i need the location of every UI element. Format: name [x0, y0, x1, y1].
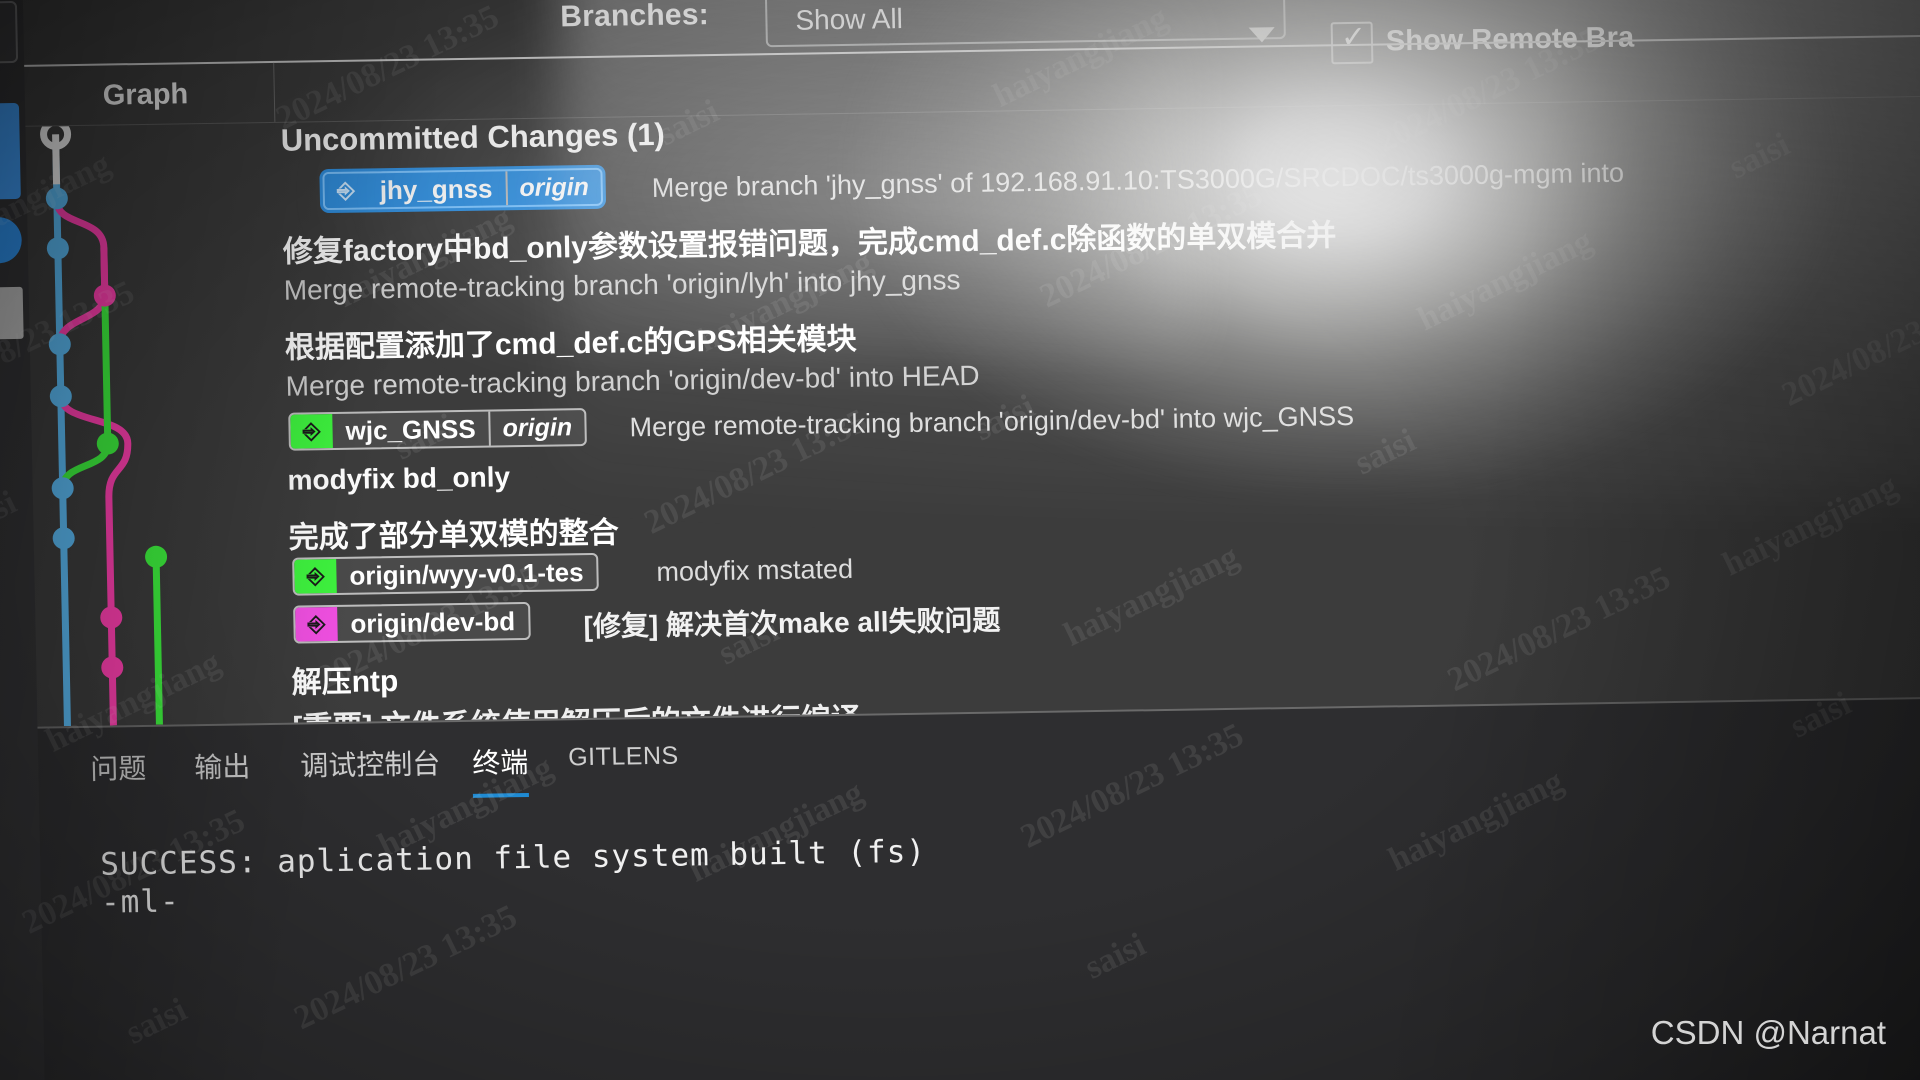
branch-badge-origin-wyy[interactable]: ⎆ origin/wyy-v0.1-tes: [292, 552, 599, 596]
branch-icon: ⎆: [290, 414, 333, 449]
commit-message: modyfix bd_only: [287, 461, 511, 496]
tab-terminal[interactable]: 终端: [472, 741, 529, 782]
activity-bar-round-icon[interactable]: [0, 216, 23, 264]
tab-output[interactable]: 输出: [194, 745, 251, 786]
commit-message: [修复] 解决首次make all失败问题: [583, 604, 1001, 643]
commit-message: 根据配置添加了cmd_def.c的GPS相关模块: [284, 322, 857, 365]
photograph-of-monitor: Branches: Show All ✓ Show Remote Bra Gra…: [0, 0, 1920, 1080]
terminal-output[interactable]: SUCCESS: aplication file system built (f…: [100, 816, 1920, 1080]
branch-badge-name: origin/wyy-v0.1-tes: [349, 557, 584, 591]
branch-badge-wjc-gnss[interactable]: ⎆ wjc_GNSS origin: [288, 408, 587, 451]
branch-badge-remote: origin: [505, 169, 602, 206]
tab-gitlens[interactable]: GITLENS: [568, 742, 679, 773]
activity-bar-top-icon[interactable]: [0, 0, 19, 64]
branch-badge-remote: origin: [488, 410, 585, 446]
commit-message: Merge branch 'jhy_gnss' of 192.168.91.10…: [651, 157, 1625, 203]
bottom-panel: 问题 输出 调试控制台 终端 GITLENS SUCCESS: aplicati…: [37, 696, 1920, 1080]
commit-message: 完成了部分单双模的整合: [288, 516, 620, 555]
activity-bar-bottom-icon[interactable]: [0, 286, 24, 340]
branch-badge-jhy-gnss[interactable]: ⎆ jhy_gnss origin: [322, 167, 604, 211]
uncommitted-changes-label: Uncommitted Changes (1): [280, 116, 666, 158]
column-header-graph: Graph: [102, 78, 189, 112]
branch-badge-name: origin/dev-bd: [350, 606, 516, 639]
vscode-window: Branches: Show All ✓ Show Remote Bra Gra…: [0, 0, 1920, 1080]
tab-debug-console[interactable]: 调试控制台: [300, 742, 441, 784]
tab-problems[interactable]: 问题: [90, 747, 147, 788]
branch-icon: ⎆: [294, 558, 337, 594]
commit-graph-area: Uncommitted Changes (1) ⎆ jhy_gnss origi…: [25, 96, 1920, 727]
commit-message: Merge remote-tracking branch 'origin/dev…: [285, 359, 980, 402]
commit-message: Merge remote-tracking branch 'origin/lyh…: [283, 264, 961, 306]
csdn-watermark: CSDN @Narnat: [1650, 1014, 1886, 1051]
branch-icon: ⎆: [295, 606, 338, 642]
commit-message: Merge remote-tracking branch 'origin/dev…: [629, 400, 1355, 443]
activity-bar-selected-item[interactable]: [0, 102, 21, 200]
branches-label: Branches:: [559, 0, 710, 34]
chevron-down-icon[interactable]: [1248, 27, 1275, 43]
commit-message: 解压ntp: [291, 665, 399, 700]
branch-badge-name: wjc_GNSS: [345, 413, 476, 446]
branch-icon: ⎆: [324, 173, 368, 209]
branch-filter-value: Show All: [795, 3, 904, 36]
commit-message: modyfix mstated: [656, 553, 854, 587]
branch-badge-origin-dev-bd[interactable]: ⎆ origin/dev-bd: [293, 601, 531, 644]
panel-tab-bar: 问题 输出 调试控制台 终端 GITLENS: [90, 742, 679, 808]
column-divider[interactable]: [273, 62, 276, 122]
branch-badge-name: jhy_gnss: [379, 173, 493, 206]
branch-filter-select[interactable]: Show All: [764, 0, 1286, 48]
